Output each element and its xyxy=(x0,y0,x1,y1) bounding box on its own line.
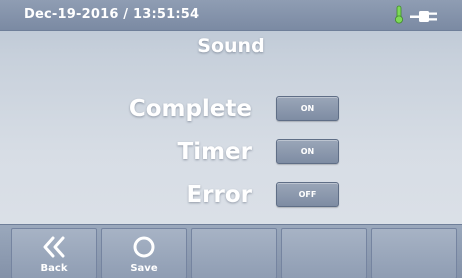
save-button-label: Save xyxy=(130,263,158,274)
circle-icon xyxy=(131,235,157,263)
complete-sound-label: Complete xyxy=(128,96,252,122)
empty-nav-button-4[interactable] xyxy=(281,228,367,278)
error-sound-label: Error xyxy=(186,182,252,208)
error-sound-toggle[interactable]: OFF xyxy=(276,182,339,207)
empty-nav-button-5[interactable] xyxy=(371,228,457,278)
sound-settings-screen: Dec-19-2016 / 13:51:54 Sound Complete ON… xyxy=(0,0,462,278)
timer-sound-label: Timer xyxy=(177,139,252,165)
back-button[interactable]: Back xyxy=(11,228,97,278)
status-bar: Dec-19-2016 / 13:51:54 xyxy=(0,0,462,31)
datetime-display: Dec-19-2016 / 13:51:54 xyxy=(24,7,200,22)
timer-sound-toggle[interactable]: ON xyxy=(276,139,339,164)
complete-sound-toggle[interactable]: ON xyxy=(276,96,339,121)
thermometer-icon xyxy=(394,5,404,28)
page-title: Sound xyxy=(197,35,265,57)
power-plug-icon xyxy=(410,8,440,27)
back-button-label: Back xyxy=(40,263,68,274)
double-chevron-left-icon xyxy=(41,235,67,263)
save-button[interactable]: Save xyxy=(101,228,187,278)
empty-nav-button-3[interactable] xyxy=(191,228,277,278)
bottom-navigation-bar: Back Save xyxy=(0,224,462,278)
